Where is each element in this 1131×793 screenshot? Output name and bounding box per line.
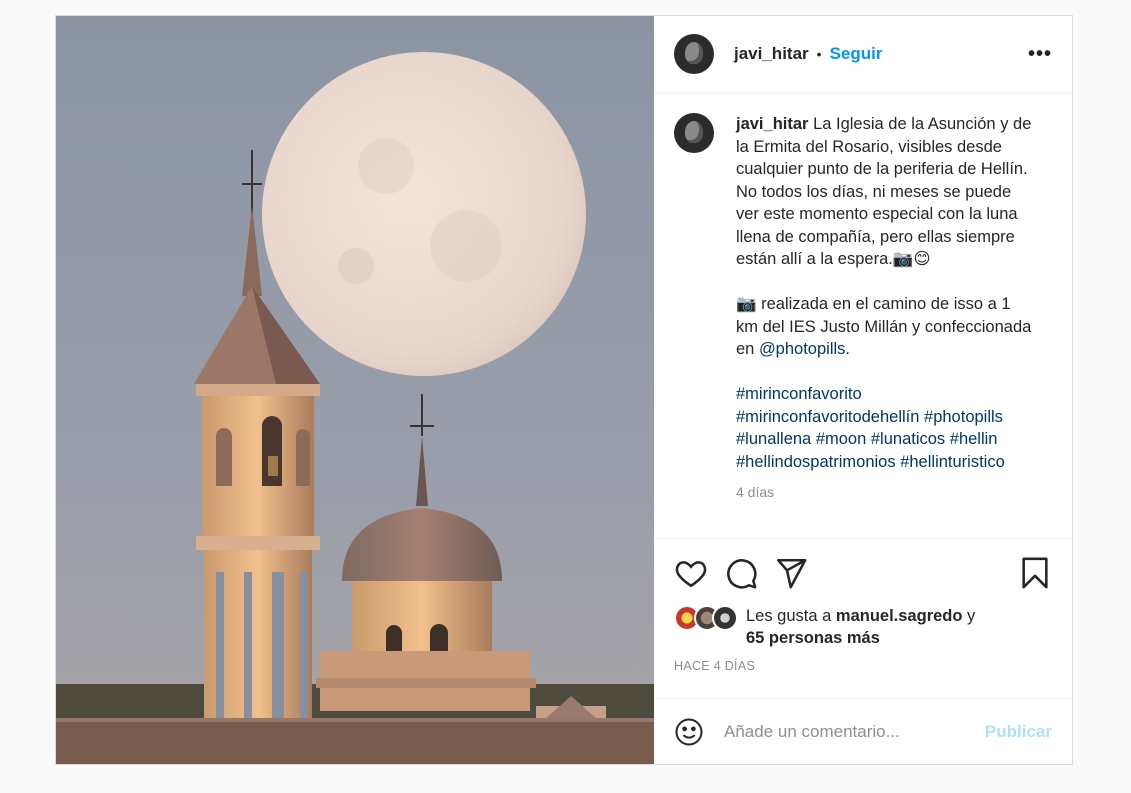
smiley-icon[interactable] [674, 717, 704, 747]
likes-mid: y [962, 607, 976, 625]
caption-area: javi_hitar La Iglesia de la Asunción y d… [654, 93, 1072, 538]
likes-summary: Les gusta a manuel.sagredo y 65 personas… [674, 605, 1052, 649]
post-timestamp[interactable]: HACE 4 DÍAS [674, 659, 1052, 673]
moon [262, 52, 586, 376]
hashtag-link[interactable]: #mirinconfavoritodehellín [736, 408, 919, 426]
caption-time[interactable]: 4 días [736, 481, 1036, 504]
moon-church-photo [56, 16, 654, 764]
comment-box: Publicar [654, 698, 1072, 764]
comment-input[interactable] [724, 721, 985, 742]
liker-username[interactable]: manuel.sagredo [836, 607, 963, 625]
hashtag-link[interactable]: #lunaticos [871, 430, 945, 448]
hashtag-link[interactable]: #moon [816, 430, 866, 448]
likes-prefix: Les gusta a [746, 607, 836, 625]
caption-body: La Iglesia de la Asunción y de la Ermita… [736, 115, 1032, 268]
likes-others[interactable]: 65 personas más [746, 629, 880, 647]
separator-dot: • [816, 46, 822, 62]
action-bar [674, 555, 1052, 591]
hashtag-list: #mirinconfavorito #mirinconfavoritodehel… [736, 383, 1036, 473]
action-section: Les gusta a manuel.sagredo y 65 personas… [654, 538, 1072, 698]
hashtag-link[interactable]: #hellin [950, 430, 998, 448]
liker-avatars[interactable] [674, 605, 738, 631]
follow-button[interactable]: Seguir [830, 44, 883, 64]
publish-button[interactable]: Publicar [985, 722, 1052, 742]
more-options-icon[interactable]: ••• [1028, 43, 1052, 66]
likes-text: Les gusta a manuel.sagredo y 65 personas… [746, 605, 975, 649]
post-header: javi_hitar • Seguir ••• [654, 16, 1072, 93]
avatar [712, 605, 738, 631]
caption-text: javi_hitar La Iglesia de la Asunción y d… [736, 113, 1036, 538]
header-username[interactable]: javi_hitar [734, 44, 809, 64]
caption-period: . [845, 340, 850, 358]
hashtag-link[interactable]: #mirinconfavorito [736, 385, 862, 403]
hashtag-link[interactable]: #photopills [924, 408, 1003, 426]
instagram-post: javi_hitar • Seguir ••• javi_hitar La Ig… [55, 15, 1073, 765]
hashtag-link[interactable]: #hellindospatrimonios [736, 453, 896, 471]
paper-plane-icon[interactable] [774, 556, 808, 590]
caption-avatar[interactable] [674, 113, 714, 153]
avatar[interactable] [674, 34, 714, 74]
caption-username[interactable]: javi_hitar [736, 115, 808, 133]
hashtag-link[interactable]: #lunallena [736, 430, 811, 448]
mention-link[interactable]: @photopills [759, 340, 845, 358]
bookmark-icon[interactable] [1018, 556, 1052, 590]
heart-icon[interactable] [674, 556, 708, 590]
post-sidebar: javi_hitar • Seguir ••• javi_hitar La Ig… [654, 16, 1072, 764]
hashtag-link[interactable]: #hellinturistico [900, 453, 1005, 471]
post-photo[interactable] [56, 16, 654, 764]
comment-icon[interactable] [724, 556, 758, 590]
